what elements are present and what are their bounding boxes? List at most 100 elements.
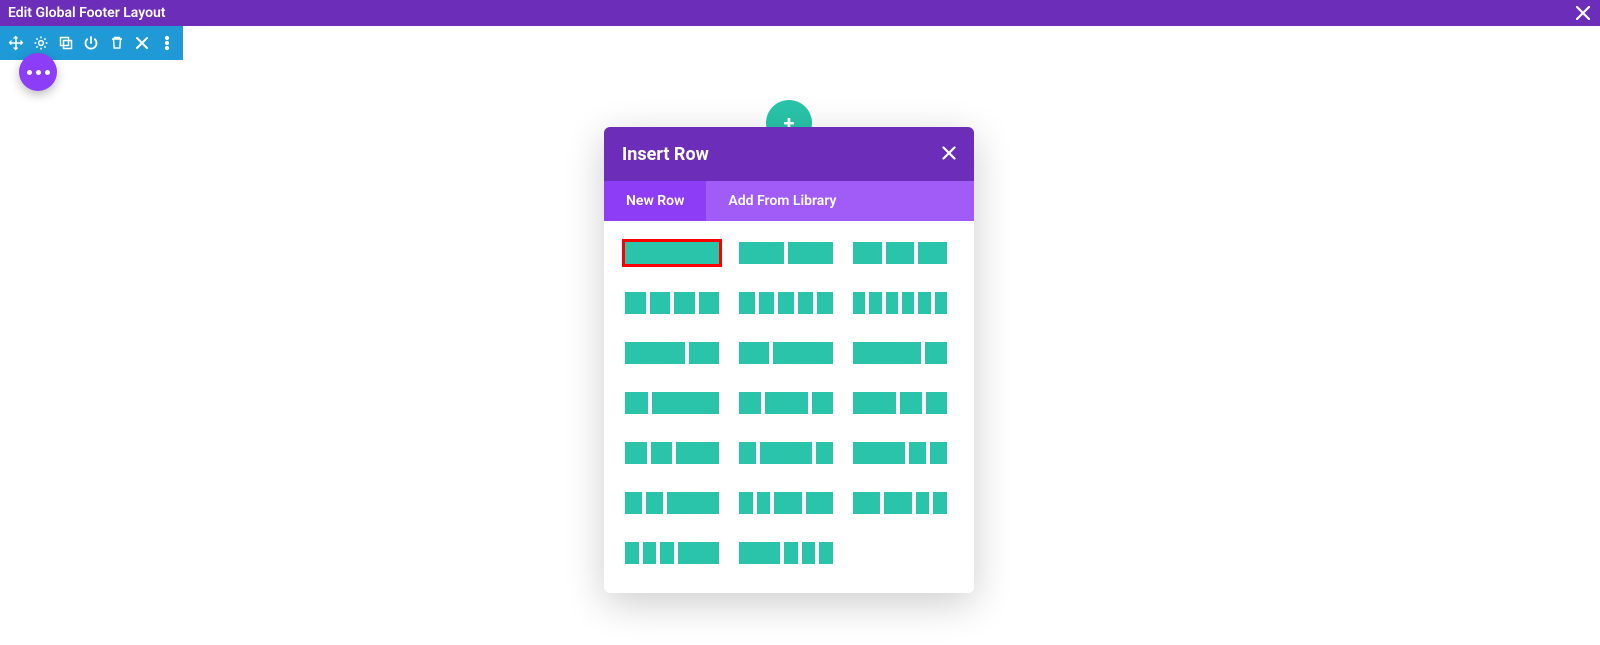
layout-col [902, 292, 914, 314]
duplicate-icon[interactable] [57, 33, 76, 53]
layout-col [643, 542, 657, 564]
layout-col [853, 242, 882, 264]
layout-col [926, 392, 948, 414]
layout-col [909, 442, 926, 464]
layout-option[interactable] [850, 339, 950, 367]
dot-icon [45, 70, 50, 75]
layout-col [667, 492, 719, 514]
layout-col [625, 242, 719, 264]
layout-col [699, 292, 720, 314]
layout-option[interactable] [850, 289, 950, 317]
modal-title: Insert Row [622, 144, 709, 165]
layout-option[interactable] [622, 389, 722, 417]
tab-add-from-library[interactable]: Add From Library [706, 181, 858, 221]
layout-col [853, 442, 905, 464]
layout-col [739, 442, 756, 464]
trash-icon[interactable] [107, 33, 126, 53]
layout-col [625, 392, 648, 414]
layout-option[interactable] [736, 539, 836, 567]
layout-col [676, 442, 719, 464]
layout-option[interactable] [622, 239, 722, 267]
layout-col [757, 492, 771, 514]
layout-col [918, 242, 947, 264]
layout-col [930, 442, 947, 464]
modal-body[interactable] [604, 221, 974, 593]
layout-col [806, 492, 833, 514]
modal-header: Insert Row [604, 127, 974, 181]
layout-col [925, 342, 948, 364]
layout-option[interactable] [736, 239, 836, 267]
layout-option[interactable] [736, 339, 836, 367]
layout-option[interactable] [622, 539, 722, 567]
layout-col [678, 542, 719, 564]
layout-col [812, 392, 834, 414]
layout-col [918, 292, 930, 314]
layout-col [886, 242, 915, 264]
layout-col [778, 292, 794, 314]
layout-col [853, 292, 865, 314]
layout-col [933, 492, 947, 514]
gear-icon[interactable] [31, 33, 50, 53]
tab-label: New Row [626, 193, 684, 209]
layout-option[interactable] [850, 239, 950, 267]
expand-fab[interactable] [19, 53, 57, 91]
layout-col [625, 342, 685, 364]
move-icon[interactable] [6, 33, 25, 53]
layout-col [646, 492, 663, 514]
layout-option[interactable] [736, 289, 836, 317]
layout-option[interactable] [622, 289, 722, 317]
layout-option[interactable] [850, 389, 950, 417]
layout-option[interactable] [622, 439, 722, 467]
more-vert-icon[interactable] [158, 33, 177, 53]
dot-icon [27, 70, 32, 75]
layout-grid [622, 239, 962, 567]
layout-col [660, 542, 674, 564]
power-icon[interactable] [82, 33, 101, 53]
close-section-icon[interactable] [132, 33, 151, 53]
layout-col [816, 442, 833, 464]
layout-col [802, 542, 816, 564]
layout-col [817, 292, 833, 314]
modal-close-icon[interactable] [942, 145, 956, 164]
insert-row-modal: Insert Row New Row Add From Library [604, 127, 974, 593]
layout-col [625, 442, 647, 464]
layout-col [773, 342, 833, 364]
layout-col [625, 492, 642, 514]
topbar-title: Edit Global Footer Layout [8, 5, 166, 21]
layout-col [853, 392, 896, 414]
layout-col [765, 392, 808, 414]
close-icon[interactable] [1576, 6, 1590, 20]
layout-col [650, 292, 671, 314]
layout-col [784, 542, 798, 564]
layout-col [900, 392, 922, 414]
layout-col [625, 292, 646, 314]
dot-icon [36, 70, 41, 75]
layout-option[interactable] [736, 439, 836, 467]
tab-new-row[interactable]: New Row [604, 181, 706, 221]
layout-col [689, 342, 719, 364]
layout-col [739, 392, 761, 414]
layout-col [886, 292, 898, 314]
layout-col [869, 292, 881, 314]
layout-col [935, 292, 947, 314]
layout-col [819, 542, 833, 564]
layout-option[interactable] [850, 439, 950, 467]
layout-col [774, 492, 801, 514]
layout-col [739, 292, 755, 314]
layout-col [739, 492, 753, 514]
layout-option[interactable] [736, 389, 836, 417]
topbar: Edit Global Footer Layout [0, 0, 1600, 26]
layout-col [674, 292, 695, 314]
layout-option[interactable] [622, 339, 722, 367]
layout-col [739, 542, 780, 564]
layout-col [916, 492, 930, 514]
modal-tabs: New Row Add From Library [604, 181, 974, 221]
layout-option[interactable] [622, 489, 722, 517]
layout-option[interactable] [850, 489, 950, 517]
tab-label: Add From Library [728, 193, 836, 209]
layout-col [884, 492, 911, 514]
layout-option[interactable] [736, 489, 836, 517]
layout-col [788, 242, 833, 264]
layout-col [853, 492, 880, 514]
layout-col [759, 292, 775, 314]
